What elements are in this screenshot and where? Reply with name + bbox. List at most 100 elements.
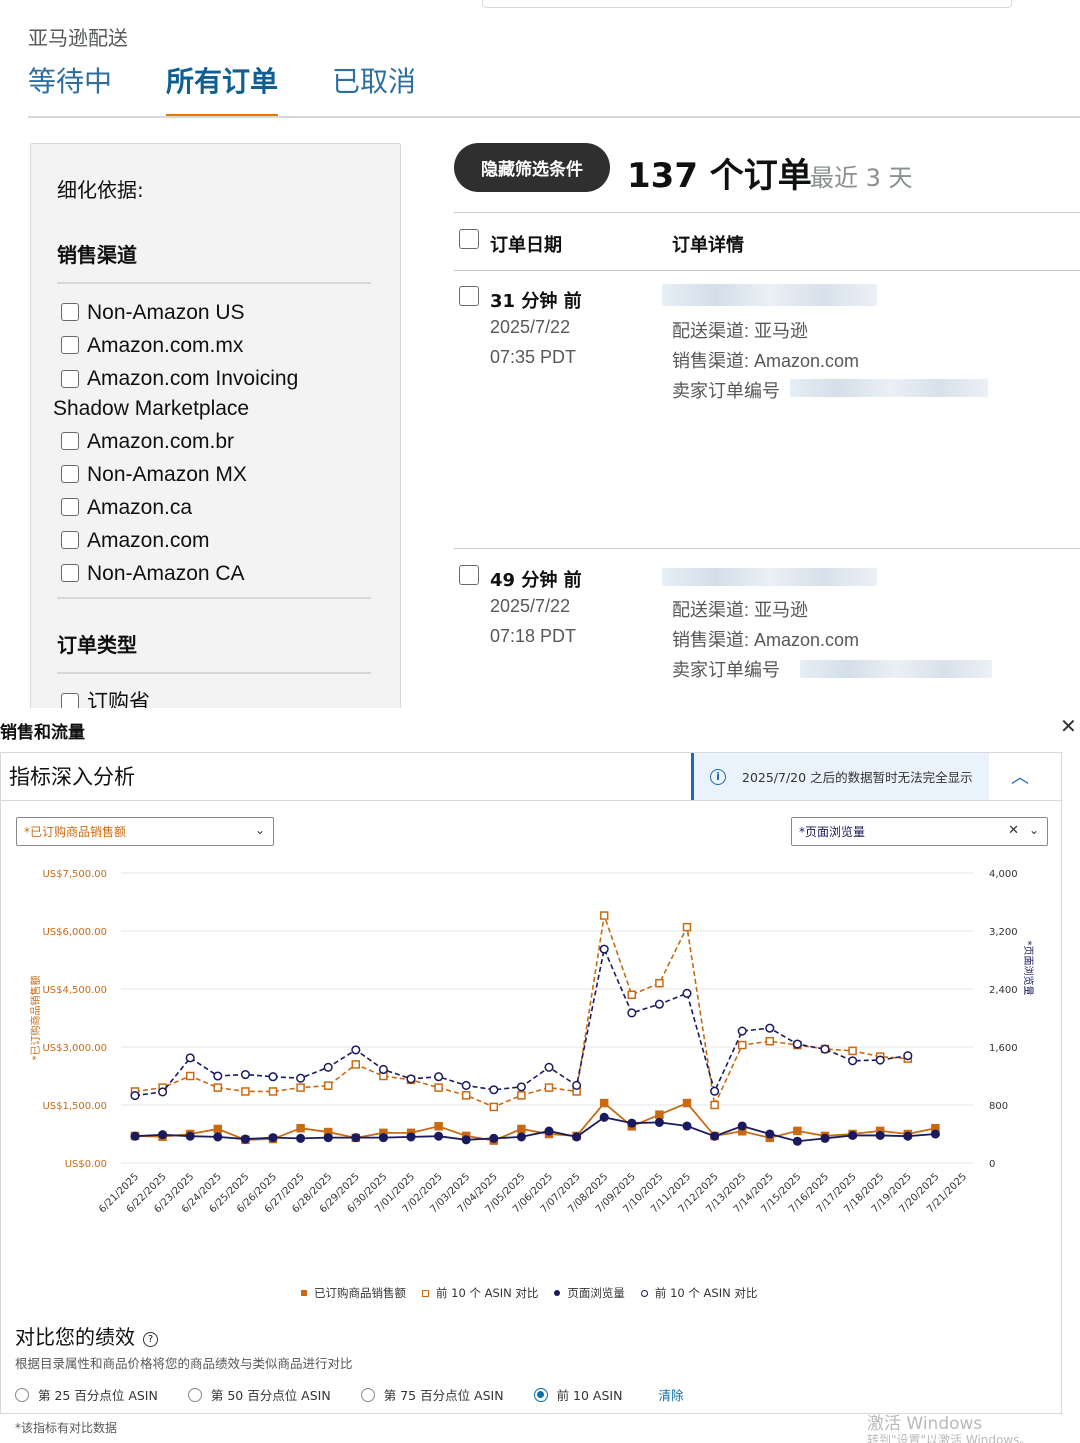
column-header-date[interactable]: 订单日期	[490, 231, 562, 257]
compare-radio-group: 第 25 百分点位 ASIN 第 50 百分点位 ASIN 第 75 百分点位 …	[15, 1385, 713, 1404]
data-point	[516, 1132, 526, 1142]
order-date: 2025/7/22	[490, 317, 571, 337]
data-point	[130, 1131, 140, 1141]
order-row-checkbox[interactable]	[459, 286, 479, 306]
tab-all-orders[interactable]: 所有订单	[166, 60, 279, 118]
data-point	[406, 1074, 416, 1084]
filter-channel-option[interactable]: Non-Amazon MX	[57, 460, 400, 490]
compare-description: 根据目录属性和商品价格将您的商品绩效与类似商品进行对比	[15, 1356, 353, 1371]
help-icon[interactable]: ?	[143, 1332, 158, 1347]
filter-channel-option[interactable]: Amazon.com Invoicing Shadow Marketplace	[53, 364, 400, 424]
notice-text: 2025/7/20 之后的数据暂时无法完全显示	[742, 770, 973, 785]
filter-channel-option[interactable]: Non-Amazon US	[57, 298, 400, 328]
radio-label: 第 25 百分点位 ASIN	[38, 1388, 158, 1403]
filter-channel-option[interactable]: Amazon.com.mx	[57, 331, 400, 361]
radio-75th-percentile[interactable]: 第 75 百分点位 ASIN	[360, 1385, 504, 1404]
filter-channel-option[interactable]: Amazon.com.br	[57, 427, 400, 457]
data-point	[489, 1133, 499, 1143]
legend-label: 前 10 个 ASIN 对比	[436, 1286, 539, 1300]
data-point	[461, 1080, 471, 1090]
left-axis-title: *已订购商品销售额	[29, 976, 42, 1061]
filter-channel-option[interactable]: Amazon.ca	[57, 493, 400, 523]
data-notice: i 2025/7/20 之后的数据暂时无法完全显示	[691, 753, 989, 800]
data-point	[627, 1008, 637, 1018]
radio-icon[interactable]	[187, 1387, 202, 1402]
data-point	[682, 1098, 692, 1108]
data-point	[544, 1126, 554, 1136]
data-point	[461, 1091, 471, 1100]
radio-top-10[interactable]: 前 10 ASIN 清除	[533, 1385, 683, 1404]
blurred-order-id[interactable]	[662, 568, 877, 586]
data-point	[627, 1118, 637, 1128]
option-label-wrap: Shadow Marketplace	[53, 397, 250, 420]
radio-icon[interactable]	[360, 1387, 375, 1402]
column-header-details: 订单详情	[672, 235, 744, 256]
data-point	[599, 1098, 609, 1108]
series-line	[134, 1101, 936, 1142]
legend-item[interactable]: 前 10 个 ASIN 对比	[640, 1285, 757, 1301]
checkbox[interactable]	[61, 432, 79, 450]
checkbox[interactable]	[61, 531, 79, 549]
data-point	[655, 978, 664, 988]
option-label: Amazon.com.mx	[87, 334, 244, 357]
filter-sidebar: 细化依据: 销售渠道 Non-Amazon US Amazon.com.mx A…	[30, 143, 401, 708]
data-point	[406, 1132, 416, 1142]
filter-channel-option[interactable]: Non-Amazon CA	[57, 559, 400, 589]
select-all-checkbox[interactable]	[459, 229, 479, 249]
checkbox[interactable]	[61, 564, 79, 582]
blurred-order-id[interactable]	[662, 284, 877, 306]
clear-selection-icon[interactable]: ✕	[1008, 823, 1019, 838]
data-point	[296, 1133, 306, 1143]
data-point	[240, 1134, 250, 1144]
left-select-value: *已订购商品销售额	[24, 825, 127, 839]
right-axis-title: *页面浏览量	[1022, 941, 1035, 996]
checkbox[interactable]	[61, 498, 79, 516]
checkbox[interactable]	[61, 465, 79, 483]
tab-pending[interactable]: 等待中	[28, 60, 112, 118]
section-label: 亚马逊配送	[28, 26, 128, 50]
right-tick-label: 3,200	[989, 927, 1018, 938]
data-point	[903, 1131, 913, 1141]
collapse-chevron-up-icon[interactable]: ︿	[1011, 763, 1029, 789]
data-point	[793, 1126, 802, 1136]
order-time: 07:18 PDT	[490, 626, 577, 646]
panel-title: 销售和流量	[0, 723, 85, 743]
data-point	[792, 1039, 802, 1049]
row-divider	[454, 548, 1080, 549]
sales-traffic-chart: US$0.00 0 US$1,500.00 800 US$3,000.00 1,600 US…	[29, 869, 1035, 1215]
left-tick-label: US$3,000.00	[42, 1043, 107, 1054]
checkbox[interactable]	[61, 370, 79, 388]
clear-link[interactable]: 清除	[658, 1385, 683, 1404]
order-row-checkbox[interactable]	[459, 565, 479, 585]
radio-label: 第 50 百分点位 ASIN	[210, 1388, 331, 1403]
radio-25th-percentile[interactable]: 第 25 百分点位 ASIN	[15, 1385, 158, 1404]
radio-label: 第 75 百分点位 ASIN	[383, 1388, 504, 1403]
right-metric-select[interactable]: *页面浏览量 ✕ ⌄	[791, 817, 1048, 846]
data-point	[213, 1071, 223, 1081]
legend-item[interactable]: 页面浏览量	[554, 1285, 625, 1301]
data-point	[875, 1130, 885, 1141]
order-fulfillment: 配送渠道: 亚马逊	[672, 321, 809, 341]
radio-icon[interactable]	[15, 1387, 29, 1402]
left-metric-select[interactable]: *已订购商品销售额 ⌄	[16, 817, 274, 846]
checkbox[interactable]	[61, 303, 79, 321]
tab-cancelled[interactable]: 已取消	[332, 60, 416, 118]
checkbox[interactable]	[61, 693, 79, 708]
data-point	[434, 1131, 444, 1141]
radio-50th-percentile[interactable]: 第 50 百分点位 ASIN	[187, 1385, 331, 1404]
legend-item[interactable]: 前 10 个 ASIN 对比	[422, 1285, 538, 1301]
option-label: Non-Amazon CA	[87, 562, 245, 585]
checkbox[interactable]	[61, 336, 79, 354]
hide-filters-button[interactable]: 隐藏筛选条件	[454, 143, 610, 192]
filter-order-type-option[interactable]: 订购省	[57, 688, 400, 708]
top-search-box[interactable]	[482, 0, 1012, 8]
radio-selected-icon[interactable]	[533, 1387, 548, 1402]
option-label: Non-Amazon US	[87, 301, 245, 324]
order-time-ago: 49 分钟 前	[490, 570, 582, 591]
filter-channel-option[interactable]: Amazon.com	[57, 526, 400, 556]
legend-item[interactable]: 已订购商品销售额	[301, 1285, 406, 1301]
right-tick-label: 1,600	[989, 1043, 1018, 1054]
option-label: Amazon.com	[87, 529, 210, 552]
data-point	[710, 1131, 720, 1141]
close-icon[interactable]: ✕	[1060, 714, 1077, 738]
